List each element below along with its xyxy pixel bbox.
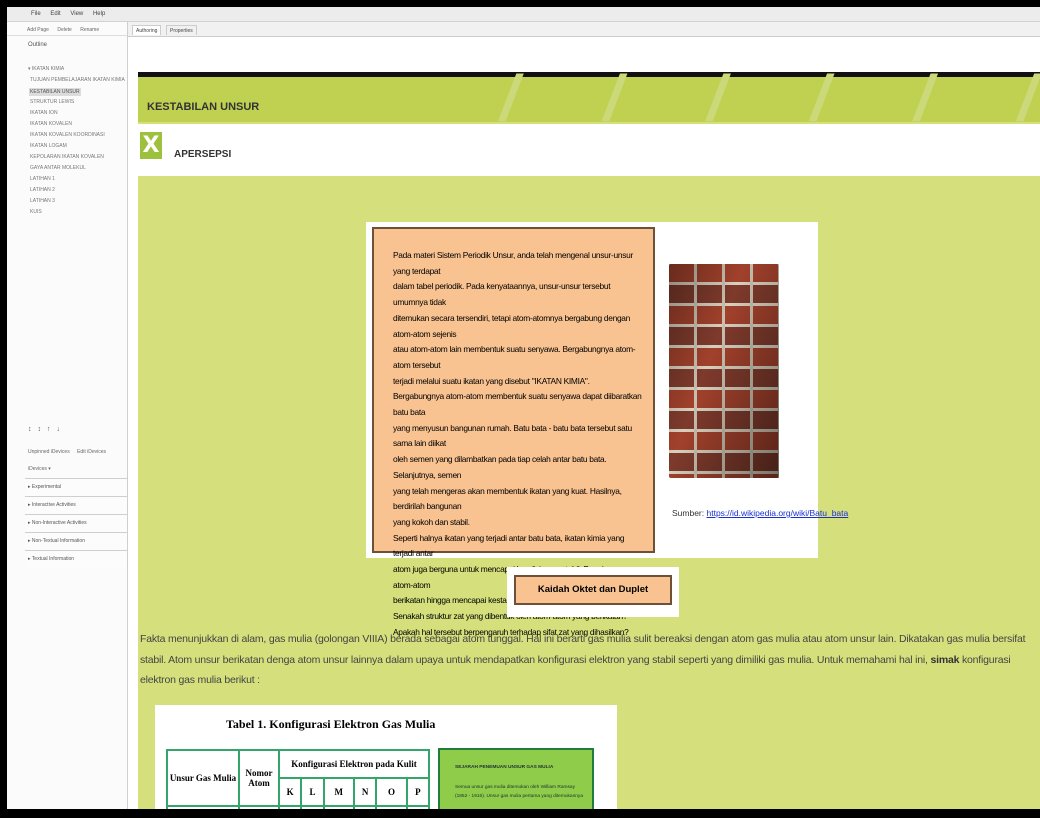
shell-p: P	[405, 777, 431, 807]
history-note-title: SEJARAH PENEMUAN UNSUR GAS MULIA	[455, 765, 554, 770]
tree-node[interactable]: GAYA ANTAR MOLEKUL	[30, 165, 86, 171]
idevices-label[interactable]: iDevices ▾	[28, 466, 51, 472]
content-page: / / / / / / KESTABILAN UNSUR X APERSEPSI…	[138, 72, 1040, 809]
text-line: dalam tabel periodik. Pada kenyataannya,…	[393, 281, 611, 308]
text-line: ditemukan secara tersendiri, tetapi atom…	[393, 312, 631, 339]
electron-config-table: Unsur Gas Mulia Nomor Atom Konfigurasi E…	[166, 749, 431, 809]
text-line: yang kokoh dan stabil.	[393, 516, 470, 527]
idevice-category[interactable]: ▸ Non-Textual Information	[25, 532, 127, 550]
main-tabbar: Authoring Properties	[128, 22, 1040, 37]
add-page-button[interactable]: Add Page	[27, 27, 49, 33]
text-line: Seperti halnya ikatan yang terjadi antar…	[393, 532, 625, 559]
shell-m: M	[322, 777, 355, 807]
main-area: Authoring Properties / / / / / / KESTABI…	[128, 22, 1040, 809]
tree-node[interactable]: IKATAN KOVALEN KOORDINASI	[30, 132, 105, 138]
tree-node[interactable]: IKATAN KOVALEN	[30, 121, 72, 127]
paragraph-text: Fakta menunjukkan di alam, gas mulia (go…	[140, 633, 1026, 666]
idevice-category[interactable]: ▸ Non-Interactive Activities	[25, 514, 127, 532]
idevice-category[interactable]: ▸ Experimental	[25, 478, 127, 496]
delete-page-button[interactable]: Delete	[57, 27, 71, 33]
electron-config-card: Tabel 1. Konfigurasi Elektron Gas Mulia …	[155, 705, 617, 809]
page-title: KESTABILAN UNSUR	[147, 101, 260, 113]
paragraph-emphasis: simak	[930, 653, 960, 666]
idevice-category[interactable]: ▸ Interactive Activities	[25, 496, 127, 514]
tree-node[interactable]: IKATAN LOGAM	[30, 143, 67, 149]
image-source: Sumber: https://id.wikipedia.org/wiki/Ba…	[672, 508, 848, 518]
tree-node-ikatan-kimia[interactable]: ▾ IKATAN KIMIA	[28, 66, 64, 72]
text-line: Bergabungnya atom-atom membentuk suatu s…	[393, 391, 642, 418]
tree-node[interactable]: KEPOLARAN IKATAN KOVALEN	[30, 154, 104, 160]
source-label: Sumber:	[672, 508, 707, 518]
history-note-body: Semua unsur gas mulia ditemukan oleh Wil…	[455, 785, 583, 800]
text-line: atau atom-atom lain membentuk suatu seny…	[393, 344, 636, 370]
sidebar: Add Page Delete Rename Outline ▾ IKATAN …	[7, 22, 128, 809]
header-nomor-atom: Nomor Atom	[238, 749, 280, 807]
tab-properties[interactable]: Properties	[166, 25, 197, 35]
text-line: oleh semen yang dilambatkan pada tiap ce…	[393, 454, 607, 480]
tab-authoring[interactable]: Authoring	[132, 25, 162, 35]
outline-heading: Outline	[28, 42, 48, 48]
body-paragraph: Fakta menunjukkan di alam, gas mulia (go…	[140, 629, 1040, 691]
tree-node[interactable]: IKATAN ION	[30, 110, 58, 116]
app-window: File Edit View Help Add Page Delete Rena…	[7, 7, 1040, 809]
tree-node[interactable]: LATIHAN 1	[30, 176, 55, 182]
shell-n: N	[352, 777, 378, 807]
source-link[interactable]: https://id.wikipedia.org/wiki/Batu_bata	[707, 508, 849, 518]
tab-unpinned-idevices[interactable]: Unpinned iDevices	[28, 449, 70, 455]
table-title: Tabel 1. Konfigurasi Elektron Gas Mulia	[226, 717, 436, 731]
tree-node[interactable]: TUJUAN PEMBELAJARAN IKATAN KIMIA	[30, 77, 125, 83]
section-header	[138, 124, 1040, 176]
kaidah-oktet-duplet-button[interactable]: Kaidah Oktet dan Duplet	[514, 575, 672, 605]
section-title: APERSEPSI	[174, 149, 232, 160]
tree-node[interactable]: STRUKTUR LEWIS	[30, 99, 74, 105]
menu-bar: File Edit View Help	[7, 7, 1040, 22]
menu-view[interactable]: View	[70, 11, 83, 17]
page-banner: / / / / / / KESTABILAN UNSUR	[138, 72, 1040, 134]
kaidah-card: Kaidah Oktet dan Duplet	[507, 567, 679, 617]
tree-node[interactable]: LATIHAN 2	[30, 187, 55, 193]
shell-k: K	[277, 777, 303, 807]
shell-l: L	[300, 777, 325, 807]
idevice-category[interactable]: ▸ Textual Information	[25, 550, 127, 568]
text-line: yang menyusun bangunan rumah. Batu bata …	[393, 422, 632, 449]
rename-page-button[interactable]: Rename	[80, 27, 99, 33]
header-konfigurasi: Konfigurasi Elektron pada Kulit	[278, 749, 430, 779]
history-note: SEJARAH PENEMUAN UNSUR GAS MULIA Semua u…	[438, 748, 594, 809]
close-x-icon[interactable]: X	[140, 132, 162, 159]
tree-node[interactable]: LATIHAN 3	[30, 198, 55, 204]
outline-toolbar: Add Page Delete Rename	[7, 22, 127, 36]
idevice-tabs: Unpinned iDevices Edit iDevices	[28, 449, 112, 455]
header-unsur: Unsur Gas Mulia	[166, 749, 240, 807]
shell-o: O	[375, 777, 408, 807]
screen-bottom-edge	[0, 809, 1040, 818]
menu-edit[interactable]: Edit	[50, 11, 60, 17]
apersepsi-text-box: Pada materi Sistem Periodik Unsur, anda …	[372, 227, 655, 637]
brick-wall-shade	[669, 264, 779, 478]
text-line: terjadi melalui suatu ikatan yang disebu…	[393, 375, 590, 386]
idevice-list: ▸ Experimental ▸ Interactive Activities …	[25, 478, 127, 568]
tree-node-selected[interactable]: KESTABILAN UNSUR	[29, 88, 81, 96]
apersepsi-card: Pada materi Sistem Periodik Unsur, anda …	[366, 222, 848, 637]
menu-file[interactable]: File	[31, 11, 41, 17]
menu-help[interactable]: Help	[93, 11, 105, 17]
outline-move-controls[interactable]: ↕ ↕ ↑ ↓	[28, 426, 124, 440]
tab-edit-idevices[interactable]: Edit iDevices	[77, 449, 106, 455]
brick-wall-image	[669, 264, 779, 478]
text-line: Pada materi Sistem Periodik Unsur, anda …	[393, 250, 633, 276]
tree-node[interactable]: KUIS	[30, 209, 42, 215]
text-line: yang telah mengeras akan membentuk ikata…	[393, 485, 622, 512]
